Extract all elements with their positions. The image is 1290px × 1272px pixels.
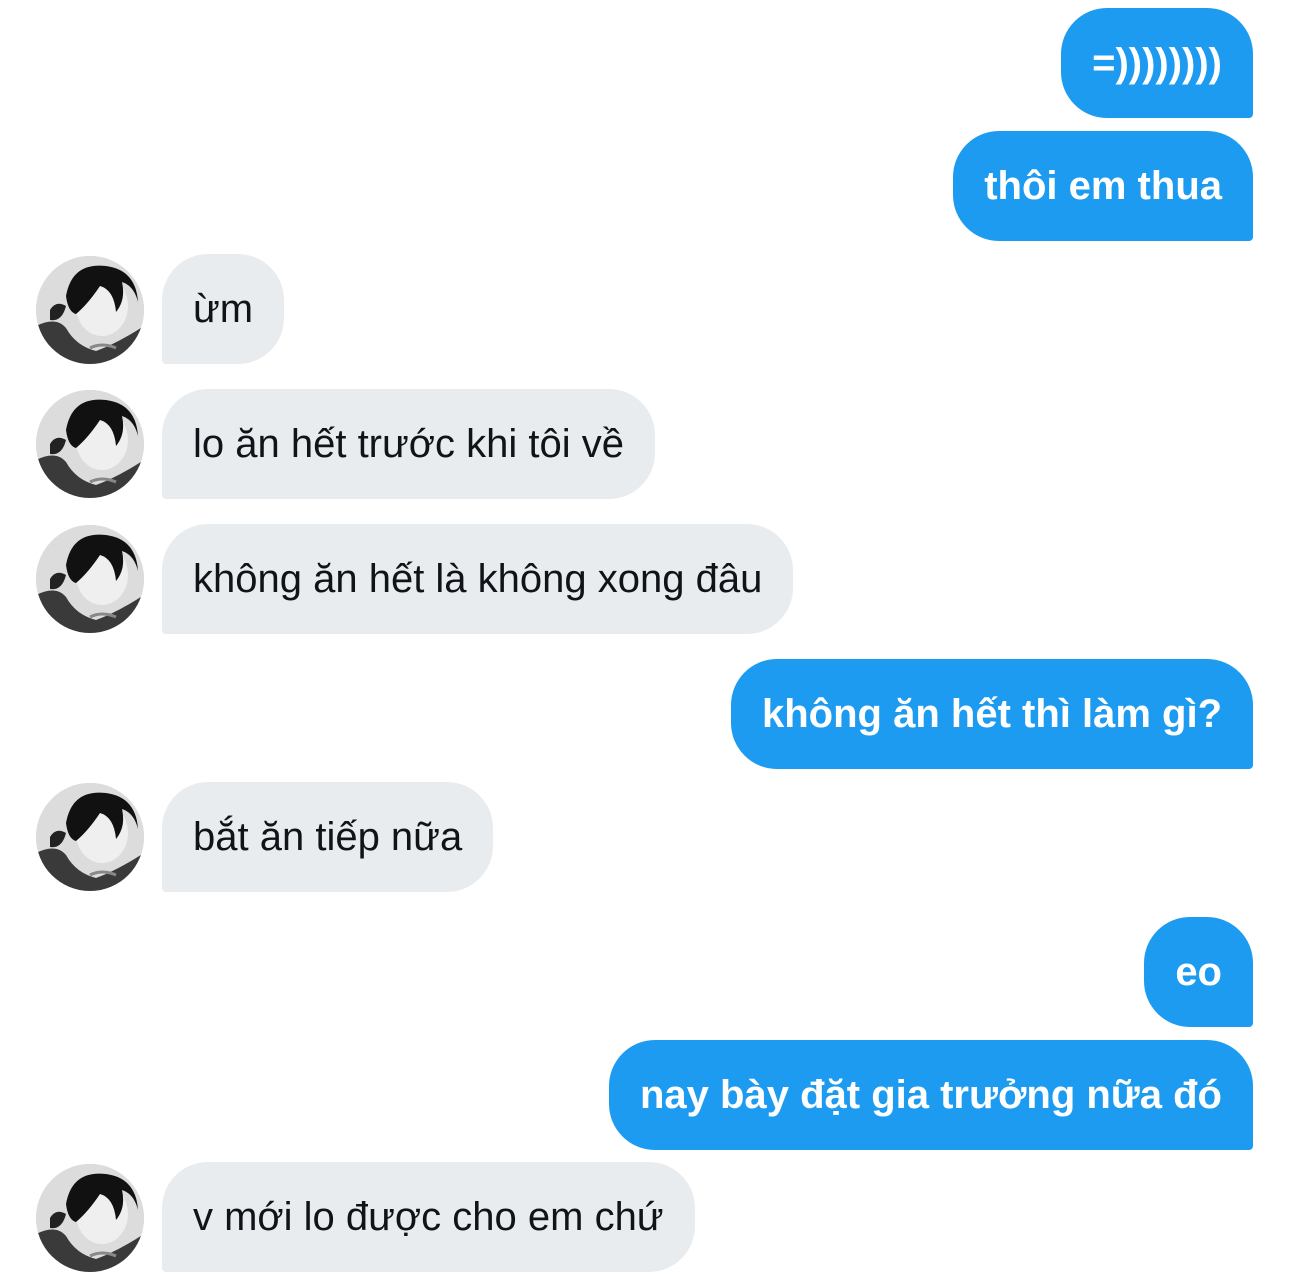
avatar[interactable] [36, 1164, 144, 1272]
message-text: không ăn hết là không xong đâu [193, 557, 763, 601]
message-text: bắt ăn tiếp nữa [193, 815, 463, 859]
avatar[interactable] [36, 525, 144, 633]
message-text: =)))))))) [1092, 41, 1222, 85]
message-text: nay bày đặt gia trưởng nữa đó [640, 1073, 1222, 1117]
user-avatar-icon [36, 1164, 144, 1272]
sent-message-bubble[interactable]: không ăn hết thì làm gì? [731, 659, 1253, 769]
sent-message-bubble[interactable]: thôi em thua [953, 131, 1253, 241]
message-text: thôi em thua [984, 164, 1222, 208]
received-message-bubble[interactable]: ừm [162, 254, 285, 364]
message-text: không ăn hết thì làm gì? [762, 692, 1222, 736]
message-thread: =)))))))) thôi em thua ừm lo ăn hết trướ… [0, 0, 1290, 1272]
received-message-bubble[interactable]: v mới lo được cho em chứ [162, 1162, 695, 1272]
message-text: lo ăn hết trước khi tôi về [193, 422, 624, 466]
received-message-bubble[interactable]: không ăn hết là không xong đâu [162, 524, 794, 634]
message-text: eo [1175, 950, 1222, 994]
sent-message-bubble[interactable]: =)))))))) [1061, 8, 1253, 118]
received-message-bubble[interactable]: bắt ăn tiếp nữa [162, 782, 494, 892]
avatar[interactable] [36, 390, 144, 498]
avatar[interactable] [36, 256, 144, 364]
user-avatar-icon [36, 256, 144, 364]
avatar[interactable] [36, 783, 144, 891]
sent-message-bubble[interactable]: nay bày đặt gia trưởng nữa đó [609, 1040, 1253, 1150]
sent-message-bubble[interactable]: eo [1144, 917, 1253, 1027]
user-avatar-icon [36, 525, 144, 633]
user-avatar-icon [36, 390, 144, 498]
user-avatar-icon [36, 783, 144, 891]
message-text: v mới lo được cho em chứ [193, 1195, 664, 1239]
received-message-bubble[interactable]: lo ăn hết trước khi tôi về [162, 389, 655, 499]
message-text: ừm [193, 287, 254, 331]
